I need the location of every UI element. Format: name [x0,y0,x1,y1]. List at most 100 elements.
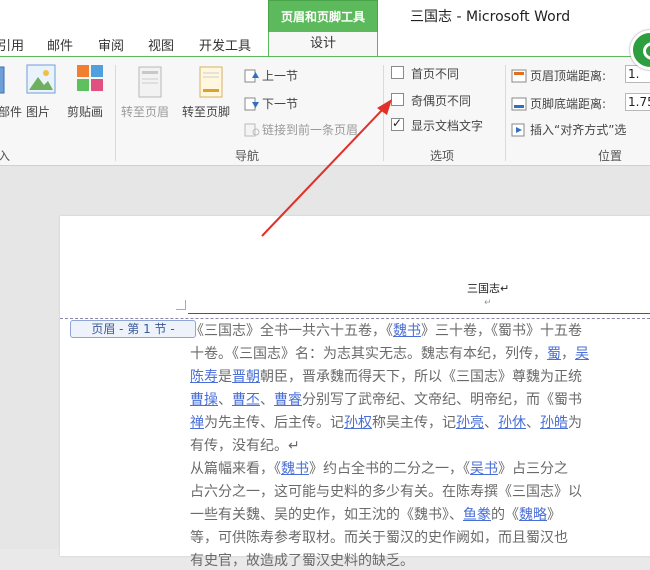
tab-developer[interactable]: 开发工具 [199,35,251,54]
hyperlink[interactable]: 孙休 [498,415,526,431]
body-text: 《三国志》全书一共六十五卷，《 [190,323,393,339]
context-group-label: 页眉和页脚工具 [280,10,365,24]
hyperlink[interactable]: 魏书 [393,323,421,339]
options-group-label: 选项 [430,149,455,163]
previous-section-icon[interactable] [244,68,260,83]
document-line[interactable]: 等，可供陈寿参考取材。而关于蜀汉的史作阙如，而且蜀汉也 [190,527,568,547]
separator [383,65,384,161]
body-text: 从篇幅来看，《 [190,461,281,477]
header-section-tag: 页眉 - 第 1 节 - [70,320,196,338]
hyperlink[interactable]: 曹丕 [232,392,260,408]
hyperlink[interactable]: 孙权 [344,415,372,431]
document-line[interactable]: 十卷。《三国志》名：为志其实无志。魏志有本纪，列传，蜀，吴 [190,343,589,363]
hyperlink[interactable]: 魏略 [519,507,547,523]
goto-header-icon [135,65,165,99]
tab-view[interactable]: 视图 [148,35,174,54]
next-section-icon[interactable] [244,96,260,111]
hyperlink[interactable]: 禅 [190,415,204,431]
previous-section-button[interactable]: 上一节 [262,67,298,84]
body-text: 》 [547,507,561,523]
next-section-button[interactable]: 下一节 [262,95,298,112]
ribbon-tabs: 引用 邮件 审阅 视图 开发工具 设计 [0,32,650,57]
header-footer-tools-group: 页眉和页脚工具 [268,0,378,34]
document-line[interactable]: 陈寿是晋朝朝臣，晋承魏而得天下，所以《三国志》尊魏为正统 [190,366,582,386]
footer-bottom-input[interactable]: 1.75 [625,93,650,111]
tab-review[interactable]: 审阅 [98,35,124,54]
hyperlink[interactable]: 吴 [575,346,589,362]
different-first-page-label[interactable]: 首页不同 [411,65,459,82]
header-text[interactable]: 三国志↵ [467,280,509,296]
body-text: 为先主传、后主传。记 [204,415,344,431]
document-line[interactable]: 禅为先主传、后主传。记孙权称吴主传，记孙亮、孙休、孙皓为 [190,412,582,432]
quick-parts-label[interactable]: 部件 [0,103,22,120]
quick-parts-icon[interactable] [0,63,6,97]
body-text: 一些有关魏、吴的史作，如王沈的《魏书》、 [190,507,463,523]
hyperlink[interactable]: 孙皓 [540,415,568,431]
header-paragraph-mark: ↵ [484,298,492,308]
document-line[interactable]: 从篇幅来看，《魏书》约占全书的二分之一，《吴书》占三分之 [190,458,568,478]
body-text: ， [561,346,575,362]
tab-mailings[interactable]: 邮件 [47,35,73,54]
separator [505,65,506,161]
body-text: 朝臣，晋承魏而得天下，所以《三国志》尊魏为正统 [260,369,582,385]
document-line[interactable]: 有史官，故造成了蜀汉史料的缺乏。 [190,550,414,570]
different-odd-even-checkbox[interactable] [391,93,404,106]
body-text: 、 [526,415,540,431]
body-text: 是 [218,369,232,385]
body-text: 的《 [491,507,519,523]
link-to-previous-button[interactable]: 链接到前一条页眉 [262,121,358,138]
clip-art-icon[interactable] [75,63,105,97]
tab-design[interactable]: 设计 [268,32,378,57]
link-to-previous-icon [244,122,260,137]
body-text: 、 [260,392,274,408]
body-text: 、 [484,415,498,431]
body-text: 分别写了武帝纪、文帝纪、明帝纪，而《蜀书 [302,392,582,408]
body-text: 十卷。《三国志》名：为志其实无志。魏志有本纪，列传， [190,346,547,362]
different-first-page-checkbox[interactable] [391,66,404,79]
insert-alignment-tab-button[interactable]: 插入“对齐方式”选 [530,121,626,138]
position-group-label: 位置 [598,149,623,163]
hyperlink[interactable]: 曹操 [190,392,218,408]
goto-header-button[interactable]: 转至页眉 [121,103,169,120]
header-boundary [60,318,650,319]
hyperlink[interactable]: 吴书 [470,461,498,477]
tab-references[interactable]: 引用 [0,35,24,54]
picture-label[interactable]: 图片 [26,103,50,120]
header-top-icon [511,68,527,83]
body-text: 、 [218,392,232,408]
different-odd-even-label[interactable]: 奇偶页不同 [411,92,471,109]
footer-bottom-icon [511,96,527,111]
hyperlink[interactable]: 蜀 [547,346,561,362]
document-line[interactable]: 有传，没有纪。↵ [190,435,300,455]
body-text: 称吴主传，记 [372,415,456,431]
hyperlink[interactable]: 魏书 [281,461,309,477]
hyperlink[interactable]: 孙亮 [456,415,484,431]
body-text: 有史官，故造成了蜀汉史料的缺乏。 [190,553,414,569]
body-text: 》约占全书的二分之一，《 [309,461,470,477]
picture-icon[interactable] [26,63,56,97]
body-text: 占六分之一，这可能与史料的多少有关。在陈寿撰《三国志》以 [190,484,582,500]
insert-group-label: 入 [0,149,11,163]
separator [115,65,116,161]
show-document-text-label[interactable]: 显示文档文字 [411,117,483,134]
document-line[interactable]: 《三国志》全书一共六十五卷，《魏书》三十卷，《蜀书》十五卷 [190,320,582,340]
hyperlink[interactable]: 曹睿 [274,392,302,408]
ribbon: 部件 图片 剪贴画 入 转至页眉 转至页脚 上一节 下一节 链接到前一条页眉 导… [0,56,650,166]
body-text: 等，可供陈寿参考取材。而关于蜀汉的史作阙如，而且蜀汉也 [190,530,568,546]
window-title: 三国志 - Microsoft Word [410,9,571,25]
body-text: 有传，没有纪。↵ [190,438,300,454]
goto-footer-icon[interactable] [196,65,226,99]
hyperlink[interactable]: 陈寿 [190,369,218,385]
document-line[interactable]: 占六分之一，这可能与史料的多少有关。在陈寿撰《三国志》以 [190,481,582,501]
header-rule [188,313,650,314]
body-text: 》占三分之 [498,461,568,477]
hyperlink[interactable]: 鱼豢 [463,507,491,523]
header-top-label: 页眉顶端距离: [530,69,607,83]
show-document-text-checkbox[interactable] [391,116,404,131]
insert-alignment-tab-icon[interactable] [511,122,527,137]
clip-art-label[interactable]: 剪贴画 [67,103,103,120]
hyperlink[interactable]: 晋朝 [232,369,260,385]
document-line[interactable]: 曹操、曹丕、曹睿分别写了武帝纪、文帝纪、明帝纪，而《蜀书 [190,389,582,409]
goto-footer-button[interactable]: 转至页脚 [182,103,230,120]
document-line[interactable]: 一些有关魏、吴的史作，如王沈的《魏书》、鱼豢的《魏略》 [190,504,561,524]
